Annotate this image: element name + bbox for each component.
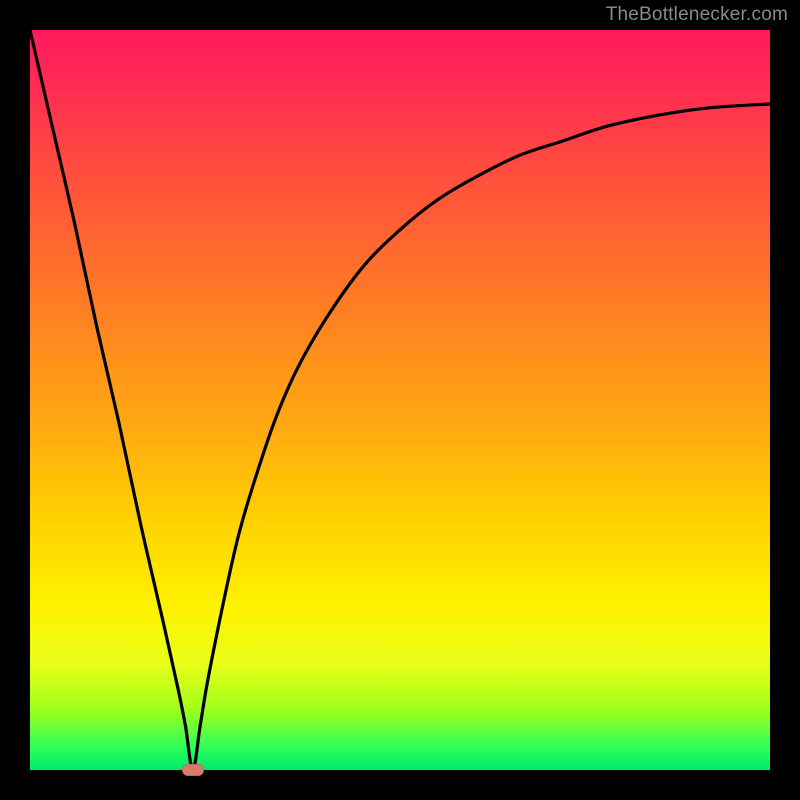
- plot-area: [30, 30, 770, 770]
- minimum-marker: [182, 764, 204, 776]
- curve-svg: [30, 30, 770, 770]
- chart-frame: TheBottlenecker.com: [0, 0, 800, 800]
- watermark-text: TheBottlenecker.com: [606, 4, 788, 26]
- bottleneck-curve-path: [30, 30, 770, 770]
